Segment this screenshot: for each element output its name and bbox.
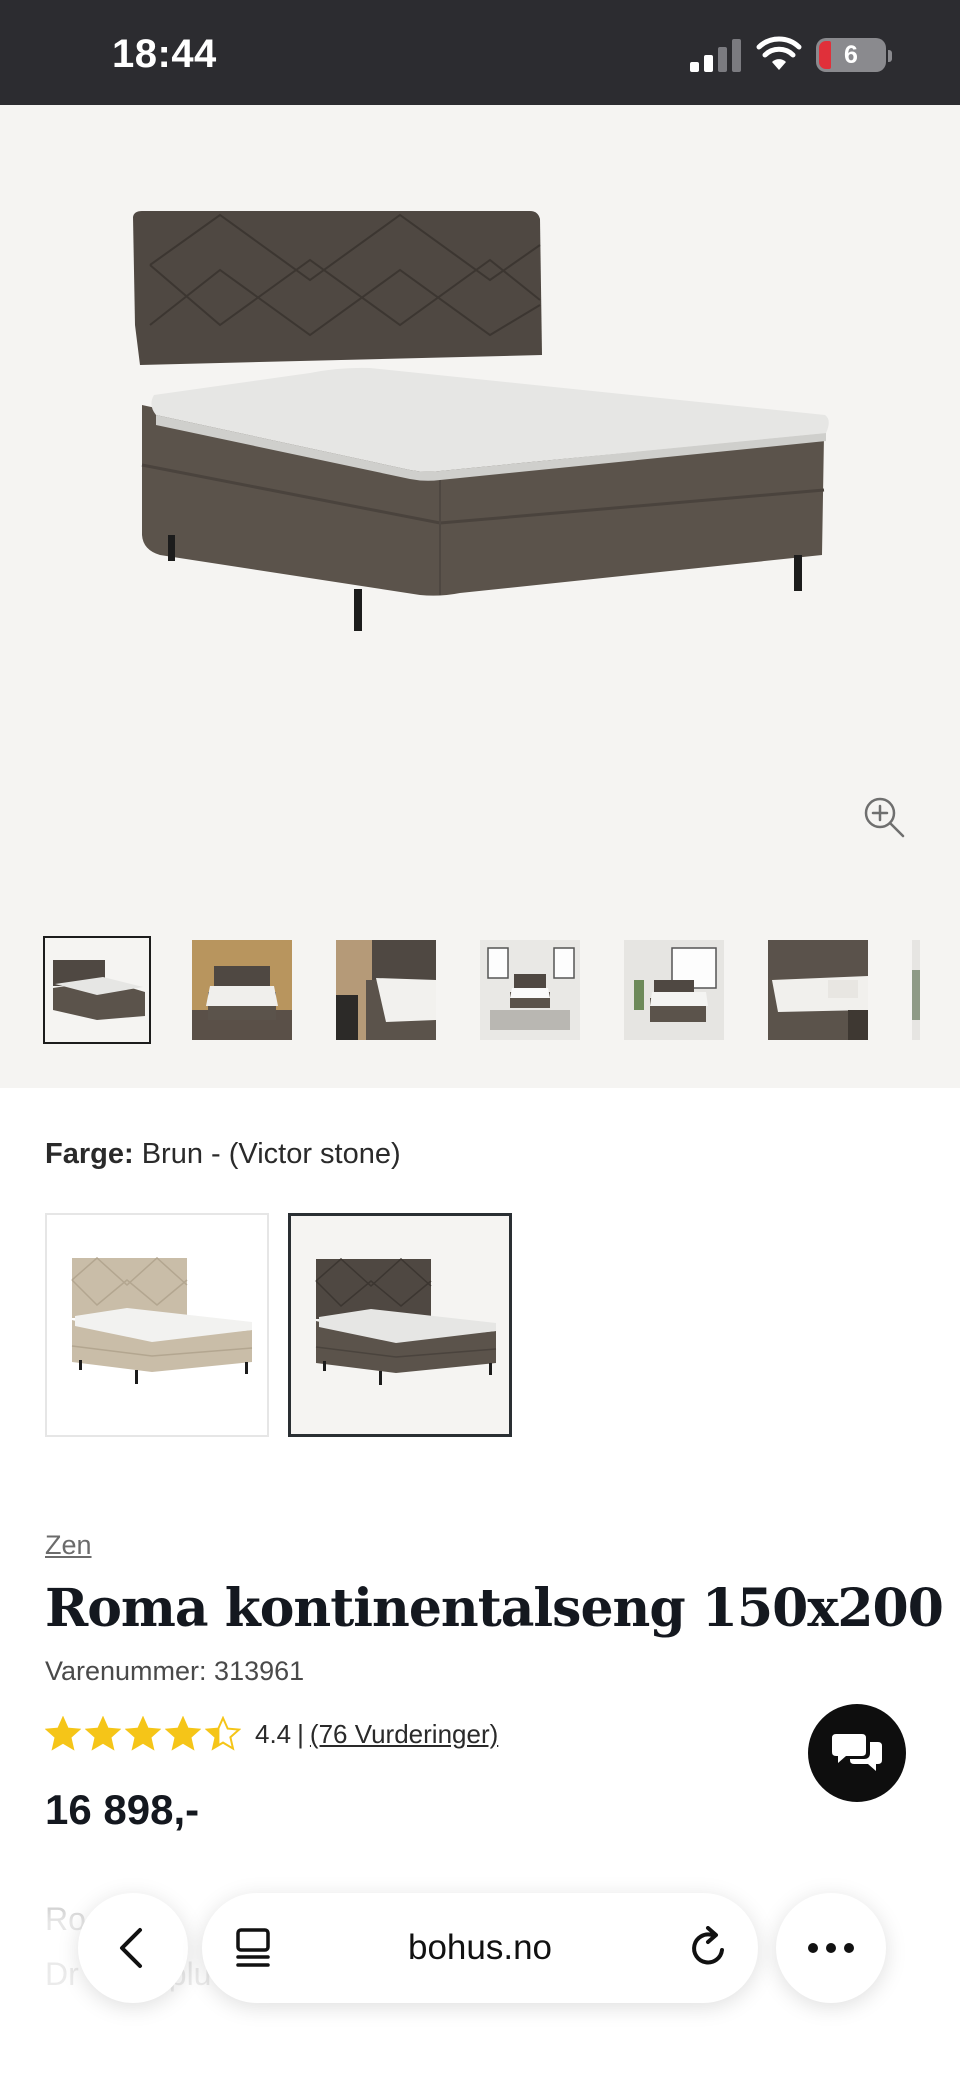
gallery-thumbnail[interactable] bbox=[192, 940, 292, 1040]
product-rating: 4.4 | (76 Vurderinger) bbox=[45, 1714, 498, 1754]
product-sku: Varenummer: 313961 bbox=[45, 1656, 305, 1686]
status-bar: 18:44 6 bbox=[0, 0, 960, 105]
thumbnail-image bbox=[480, 940, 580, 1040]
thumbnail-image bbox=[47, 940, 147, 1040]
star-icon bbox=[125, 1716, 161, 1751]
reload-icon[interactable] bbox=[688, 1926, 730, 1970]
brand-link[interactable]: Zen bbox=[45, 1530, 92, 1561]
gallery-thumbnail[interactable] bbox=[912, 940, 920, 1040]
battery-level: 6 bbox=[844, 41, 858, 69]
color-option-image bbox=[71, 1256, 253, 1384]
chat-button[interactable] bbox=[808, 1704, 906, 1802]
more-icon bbox=[808, 1943, 854, 1953]
status-time: 18:44 bbox=[112, 32, 217, 76]
url-text[interactable]: bohus.no bbox=[202, 1893, 758, 2003]
thumbnail-image bbox=[624, 940, 724, 1040]
star-icon bbox=[165, 1716, 201, 1751]
star-icon bbox=[45, 1716, 81, 1751]
address-bar[interactable]: bohus.no bbox=[202, 1893, 758, 2003]
gallery-thumbnail[interactable] bbox=[768, 940, 868, 1040]
rating-separator: | bbox=[297, 1718, 304, 1749]
product-gallery bbox=[0, 105, 960, 1088]
color-label-title: Farge: bbox=[45, 1138, 134, 1170]
wifi-icon bbox=[756, 36, 802, 70]
thumbnail-image bbox=[768, 940, 868, 1040]
back-button[interactable] bbox=[78, 1893, 188, 2003]
product-title: Roma kontinentalseng 150x200 bbox=[45, 1578, 944, 1639]
color-option-image bbox=[315, 1257, 497, 1385]
more-button[interactable] bbox=[776, 1893, 886, 2003]
gallery-thumbnail[interactable] bbox=[43, 936, 151, 1044]
rating-value: 4.4 bbox=[255, 1718, 292, 1749]
thumbnail-image bbox=[336, 940, 436, 1040]
reviews-link[interactable]: (76 Vurderinger) bbox=[310, 1719, 498, 1750]
gallery-thumbnail[interactable] bbox=[480, 940, 580, 1040]
battery-icon: 6 bbox=[816, 38, 886, 72]
color-option-beige[interactable] bbox=[45, 1213, 269, 1437]
star-icon bbox=[85, 1716, 121, 1751]
star-icon bbox=[205, 1716, 241, 1751]
color-value: Brun - (Victor stone) bbox=[141, 1138, 401, 1170]
color-label: Farge: Brun - (Victor stone) bbox=[45, 1138, 401, 1171]
chat-icon bbox=[832, 1734, 882, 1771]
color-option-brown[interactable] bbox=[288, 1213, 512, 1437]
thumbnail-image bbox=[912, 940, 920, 1040]
rating-stars bbox=[45, 1716, 241, 1752]
product-price: 16 898,- bbox=[45, 1786, 200, 1833]
thumbnail-image bbox=[192, 940, 292, 1040]
back-icon bbox=[120, 1928, 142, 1968]
battery-tip bbox=[888, 50, 892, 62]
signal-icon bbox=[690, 39, 741, 72]
product-main-image[interactable] bbox=[110, 205, 850, 695]
zoom-in-icon[interactable] bbox=[862, 795, 906, 839]
gallery-thumbnail[interactable] bbox=[624, 940, 724, 1040]
gallery-thumbnail[interactable] bbox=[336, 940, 436, 1040]
